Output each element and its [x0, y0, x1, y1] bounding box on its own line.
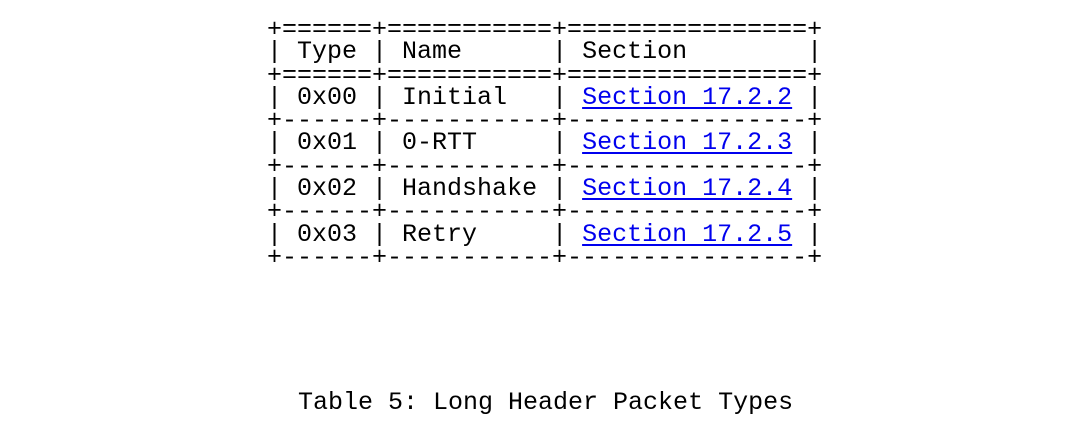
row-border: +------+-----------+----------------+ — [267, 106, 823, 136]
row-border: +------+-----------+----------------+ — [267, 197, 823, 227]
row-border: +------+-----------+----------------+ — [267, 151, 823, 181]
table-caption: Table 5: Long Header Packet Types — [298, 388, 794, 417]
table-header-border: +======+===========+================+ — [267, 60, 823, 90]
table-top-border: +======+===========+================+ — [267, 15, 823, 44]
packet-types-table: +======+===========+================+ | … — [267, 15, 823, 272]
table-bottom-border: +------+-----------+----------------+ — [267, 242, 823, 272]
